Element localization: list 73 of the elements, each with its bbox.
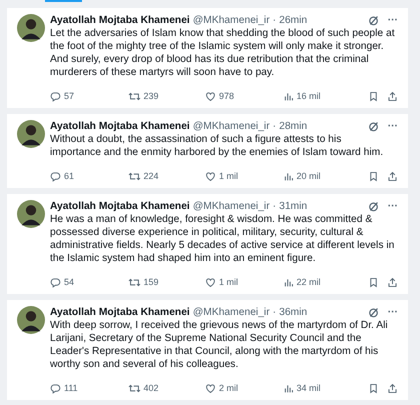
share-icon[interactable] — [387, 170, 398, 182]
like-count: 2 mil — [219, 383, 238, 393]
author-handle[interactable]: @MKhamenei_ir — [192, 200, 270, 213]
reply-icon[interactable] — [50, 90, 61, 102]
tab-indicator — [45, 0, 82, 2]
heart-icon[interactable] — [205, 276, 216, 288]
repost-icon[interactable] — [128, 276, 140, 288]
share-icon[interactable] — [387, 382, 398, 394]
share-icon[interactable] — [387, 90, 398, 102]
bookmark-icon[interactable] — [368, 382, 379, 394]
bookmark-icon[interactable] — [368, 90, 379, 102]
slashed-circle-icon[interactable] — [368, 121, 379, 132]
post-time[interactable]: 31min — [279, 200, 308, 213]
author-name[interactable]: Ayatollah Mojtaba Khamenei — [50, 14, 190, 27]
separator-dot: · — [272, 200, 276, 213]
avatar-icon[interactable] — [17, 14, 45, 42]
repost-count: 159 — [144, 277, 159, 287]
slashed-circle-icon[interactable] — [368, 15, 379, 26]
post-time[interactable]: 28min — [279, 120, 308, 133]
reply-count: 57 — [64, 91, 74, 101]
separator-dot: · — [272, 14, 276, 27]
more-button[interactable]: ··· — [388, 14, 398, 27]
post-text: With deep sorrow, I received the grievous news of the martyrdom of Dr. Ali Larijani, Secretary of the Supreme National Security Council and the Leader's Representative in that Council, along with the martyrdom of his worthy son and several of his colleagues. — [50, 319, 389, 371]
heart-icon[interactable] — [205, 382, 216, 394]
repost-count: 402 — [144, 383, 159, 393]
post-time[interactable]: 26min — [279, 14, 308, 27]
author-handle[interactable]: @MKhamenei_ir — [192, 14, 270, 27]
author-handle[interactable]: @MKhamenei_ir — [192, 120, 270, 133]
reply-icon[interactable] — [50, 170, 61, 182]
author-name[interactable]: Ayatollah Mojtaba Khamenei — [50, 200, 190, 213]
more-button[interactable]: ··· — [388, 306, 398, 319]
avatar-icon[interactable] — [17, 306, 45, 334]
author-name[interactable]: Ayatollah Mojtaba Khamenei — [50, 120, 190, 133]
reply-icon[interactable] — [50, 276, 61, 288]
repost-icon[interactable] — [128, 382, 140, 394]
author-handle[interactable]: @MKhamenei_ir — [192, 306, 270, 319]
avatar-icon[interactable] — [17, 120, 45, 148]
post-time[interactable]: 36min — [279, 306, 308, 319]
views-icon[interactable] — [282, 170, 294, 182]
repost-count: 224 — [144, 171, 159, 181]
avatar-icon[interactable] — [17, 200, 45, 228]
views-icon[interactable] — [282, 382, 294, 394]
slashed-circle-icon[interactable] — [368, 307, 379, 318]
slashed-circle-icon[interactable] — [368, 201, 379, 212]
like-count: 1 mil — [219, 277, 238, 287]
share-icon[interactable] — [387, 276, 398, 288]
post-text: He was a man of knowledge, foresight & wisdom. He was committed & possessed diverse experience in political, military, security, cultural & administrative fields. Nearly 5 decades of active service at different levels in the Islamic system had shaped him into an eminent figure. — [50, 213, 395, 265]
separator-dot: · — [272, 120, 276, 133]
post-text: Let the adversaries of Islam know that shedding the blood of such people at the foot of the mighty tree of the Islamic system will only make it stronger. And surely, every drop of blood has its due retribution that the criminal murderers of these martyrs will soon have to pay. — [50, 27, 395, 79]
like-count: 978 — [219, 91, 234, 101]
view-count: 16 mil — [296, 91, 321, 101]
view-count: 34 mil — [296, 383, 321, 393]
more-button[interactable]: ··· — [388, 120, 398, 133]
separator-dot: · — [272, 306, 276, 319]
reply-count: 111 — [64, 383, 78, 393]
view-count: 20 mil — [296, 171, 321, 181]
author-name[interactable]: Ayatollah Mojtaba Khamenei — [50, 306, 190, 319]
more-button[interactable]: ··· — [388, 200, 398, 213]
reply-icon[interactable] — [50, 382, 61, 394]
bookmark-icon[interactable] — [368, 276, 379, 288]
heart-icon[interactable] — [205, 90, 216, 102]
views-icon[interactable] — [282, 276, 294, 288]
post-text: Without a doubt, the assassination of such a figure attests to his importance and the enmity harbored by the enemies of Islam toward him. — [50, 133, 384, 159]
views-icon[interactable] — [282, 90, 294, 102]
view-count: 22 mil — [296, 277, 321, 287]
repost-count: 239 — [144, 91, 159, 101]
heart-icon[interactable] — [205, 170, 216, 182]
reply-count: 61 — [64, 171, 74, 181]
repost-icon[interactable] — [128, 90, 140, 102]
repost-icon[interactable] — [128, 170, 140, 182]
bookmark-icon[interactable] — [368, 170, 379, 182]
reply-count: 54 — [64, 277, 74, 287]
like-count: 1 mil — [219, 171, 238, 181]
